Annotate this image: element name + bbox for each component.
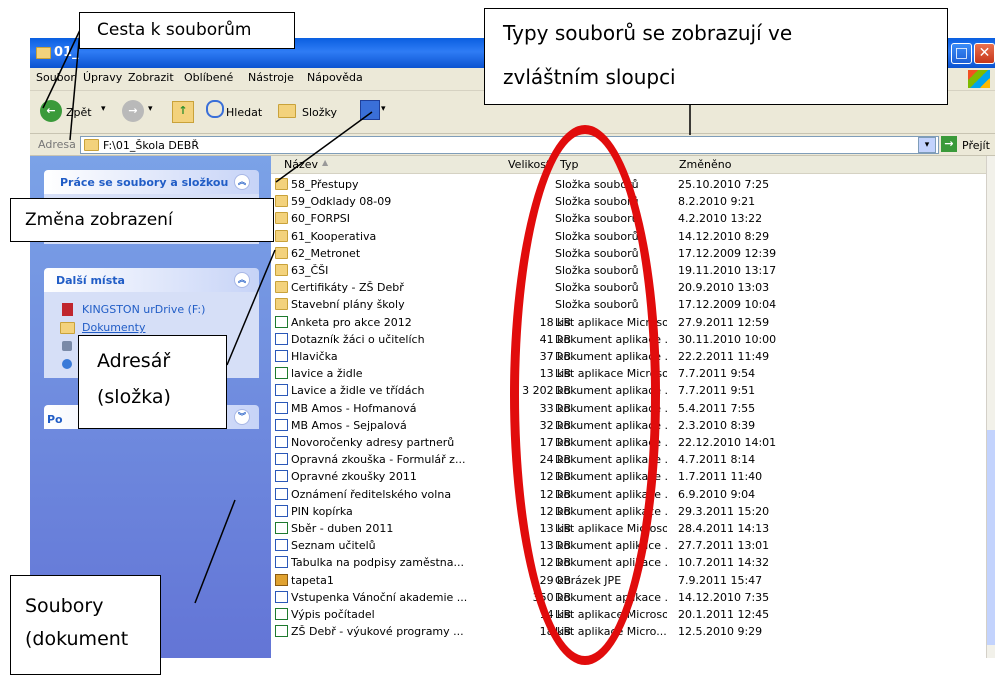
annotation-types: Typy souborů se zobrazují ve zvláštním s…	[484, 8, 948, 105]
leader-line-view	[275, 111, 373, 183]
leader-line-folder	[226, 249, 276, 366]
annotation-files: Soubory (dokument	[10, 575, 161, 675]
annotation-view: Změna zobrazení	[10, 198, 274, 242]
annotation-folder: Adresář (složka)	[78, 335, 227, 429]
annotation-path: Cesta k souborům	[79, 12, 295, 49]
leader-line-files	[194, 499, 236, 604]
